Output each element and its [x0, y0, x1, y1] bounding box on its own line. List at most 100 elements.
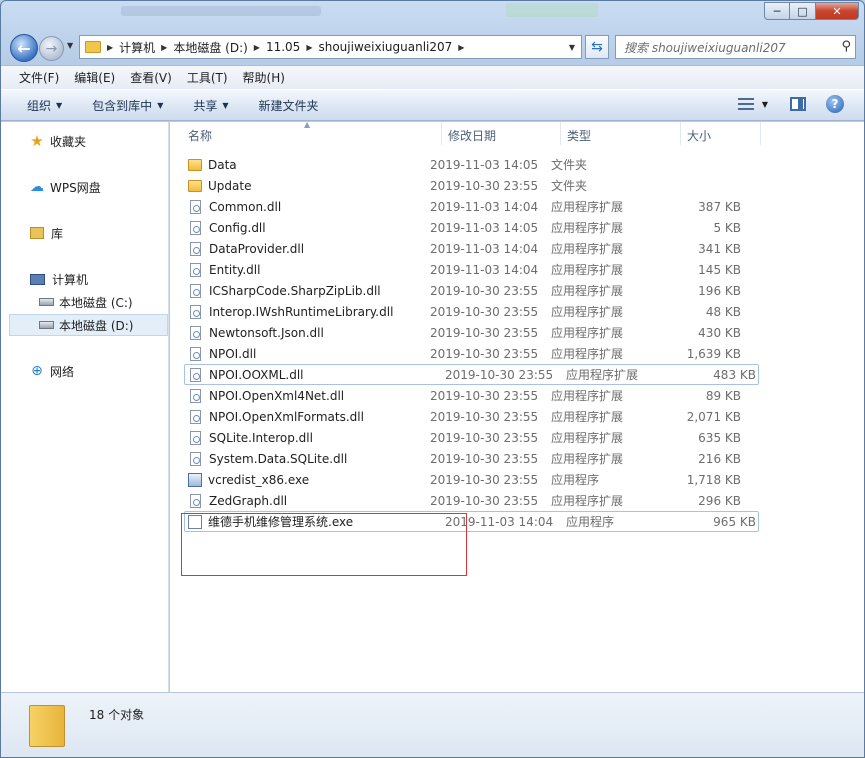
file-name-cell: vcredist_x86.exe [170, 472, 427, 487]
table-row[interactable]: System.Data.SQLite.dll 2019-10-30 23:55 应用… [170, 448, 864, 469]
column-header-name[interactable]: ▲ 名称 [170, 120, 442, 145]
file-type: 应用程序扩展 [551, 494, 624, 508]
table-row[interactable]: NPOI.OpenXmlFormats.dll 2019-10-30 23:55 应… [170, 406, 864, 427]
view-options-icon[interactable] [737, 98, 754, 110]
table-row[interactable]: Common.dll 2019-11-03 14:04 应用程序扩展 387 KB [170, 196, 864, 217]
file-type: 文件夹 [551, 179, 588, 193]
file-name-cell: Entity.dll [170, 262, 427, 277]
column-headers: ▲ 名称 修改日期 类型 大小 [170, 120, 864, 146]
recent-pages-dropdown-icon[interactable]: ▼ [67, 41, 73, 50]
column-label: 类型 [567, 129, 592, 143]
table-row[interactable]: 维德手机维修管理系统.exe 2019-11-03 14:04 应用程序 965 KB [184, 511, 759, 532]
column-header-size[interactable]: 大小 [681, 122, 761, 145]
table-row[interactable]: Data 2019-11-03 14:05 文件夹 [170, 154, 864, 175]
file-type: 应用程序扩展 [566, 368, 639, 382]
preview-pane-icon[interactable] [790, 97, 806, 111]
table-row[interactable]: Update 2019-10-30 23:55 文件夹 [170, 175, 864, 196]
address-history-dropdown-icon[interactable]: ▼ [563, 36, 581, 58]
file-name-cell: 维德手机维修管理系统.exe [185, 513, 442, 530]
forward-button[interactable]: → [39, 36, 64, 61]
nav-network[interactable]: ⊕ 网络 [1, 360, 167, 382]
file-modified: 2019-11-03 14:04 [445, 514, 554, 529]
view-dropdown-icon[interactable]: ▼ [762, 100, 768, 109]
chevron-right-icon[interactable]: ▶ [306, 43, 312, 52]
folder-icon [29, 705, 65, 747]
menu-help[interactable]: 帮助(H) [243, 69, 285, 86]
back-button[interactable]: ← [10, 34, 38, 62]
breadcrumb-current-folder[interactable]: ▶ shoujiweixiuguanli207 ▶ [306, 40, 470, 54]
item-count: 18 个对象 [89, 708, 145, 722]
organize-button[interactable]: 组织 ▼ [27, 97, 62, 114]
search-input[interactable]: 搜索 shoujiweixiuguanli207 ⚲ [615, 35, 856, 59]
maximize-button[interactable]: □ [790, 2, 816, 20]
share-button[interactable]: 共享 ▼ [193, 97, 228, 114]
menu-view[interactable]: 查看(V) [130, 69, 172, 86]
help-icon[interactable]: ? [826, 95, 844, 113]
dll-icon [190, 262, 201, 277]
column-header-type[interactable]: 类型 [561, 122, 681, 145]
minimize-button[interactable]: ─ [764, 2, 790, 20]
status-bar: 18 个对象 [1, 692, 864, 757]
chevron-right-icon[interactable]: ▶ [254, 43, 260, 52]
title-bar[interactable]: ─ □ ✕ [1, 1, 864, 29]
dll-icon [190, 367, 201, 382]
table-row[interactable]: Entity.dll 2019-11-03 14:04 应用程序扩展 145 KB [170, 259, 864, 280]
file-name: Data [208, 157, 237, 172]
chevron-down-icon: ▼ [222, 100, 229, 110]
file-modified: 2019-10-30 23:55 [430, 325, 539, 340]
table-row[interactable]: DataProvider.dll 2019-11-03 14:04 应用程序扩展 34… [170, 238, 864, 259]
table-row[interactable]: NPOI.OOXML.dll 2019-10-30 23:55 应用程序扩展 483 … [184, 364, 759, 385]
breadcrumb-1105[interactable]: ▶ 11.05 [254, 40, 301, 54]
breadcrumb-label: shoujiweixiuguanli207 [318, 40, 453, 54]
table-row[interactable]: SQLite.Interop.dll 2019-10-30 23:55 应用程序扩展… [170, 427, 864, 448]
table-row[interactable]: ZedGraph.dll 2019-10-30 23:55 应用程序扩展 296 KB [170, 490, 864, 511]
computer-icon [30, 273, 45, 285]
refresh-button[interactable]: ⇆ [585, 35, 609, 59]
table-row[interactable]: Newtonsoft.Json.dll 2019-10-30 23:55 应用程序扩… [170, 322, 864, 343]
file-type: 应用程序扩展 [551, 200, 624, 214]
nav-drive-d[interactable]: 本地磁盘 (D:) [9, 314, 168, 336]
search-placeholder: 搜索 shoujiweixiuguanli207 [624, 40, 786, 55]
nav-drive-c[interactable]: 本地磁盘 (C:) [1, 291, 167, 313]
nav-favorites[interactable]: ★ 收藏夹 [1, 130, 167, 152]
network-icon: ⊕ [31, 363, 43, 379]
table-row[interactable]: NPOI.dll 2019-10-30 23:55 应用程序扩展 1,639 KB [170, 343, 864, 364]
file-type: 应用程序扩展 [551, 326, 624, 340]
table-row[interactable]: vcredist_x86.exe 2019-10-30 23:55 应用程序 1,71… [170, 469, 864, 490]
file-name-cell: Update [170, 179, 427, 193]
table-row[interactable]: NPOI.OpenXml4Net.dll 2019-10-30 23:55 应用程序… [170, 385, 864, 406]
file-name: NPOI.dll [209, 346, 257, 361]
table-row[interactable]: Interop.IWshRuntimeLibrary.dll 2019-10-30… [170, 301, 864, 322]
star-icon: ★ [30, 132, 44, 150]
table-row[interactable]: Config.dll 2019-11-03 14:05 应用程序扩展 5 KB [170, 217, 864, 238]
close-button[interactable]: ✕ [816, 2, 859, 20]
file-name-cell: SQLite.Interop.dll [170, 430, 427, 445]
search-icon[interactable]: ⚲ [841, 39, 851, 54]
new-folder-button[interactable]: 新建文件夹 [259, 97, 319, 114]
nav-wps-drive[interactable]: ☁ WPS网盘 [1, 176, 167, 198]
breadcrumb-computer[interactable]: ▶ 计算机 [107, 39, 155, 56]
column-label: 修改日期 [448, 129, 497, 143]
menu-file[interactable]: 文件(F) [19, 69, 59, 86]
breadcrumb-drive-d[interactable]: ▶ 本地磁盘 (D:) [161, 39, 248, 56]
nav-label: 本地磁盘 (D:) [59, 318, 134, 333]
column-header-modified[interactable]: 修改日期 [442, 122, 561, 145]
table-row[interactable]: ICSharpCode.SharpZipLib.dll 2019-10-30 23… [170, 280, 864, 301]
dll-icon [190, 409, 201, 424]
menu-bar: 文件(F) 编辑(E) 查看(V) 工具(T) 帮助(H) [1, 65, 864, 89]
chevron-right-icon[interactable]: ▶ [458, 43, 464, 52]
menu-edit[interactable]: 编辑(E) [74, 69, 115, 86]
address-bar[interactable]: ▶ 计算机 ▶ 本地磁盘 (D:) ▶ 11.05 ▶ shoujiweixiu… [79, 35, 582, 59]
include-in-library-button[interactable]: 包含到库中 ▼ [92, 97, 163, 114]
file-modified: 2019-10-30 23:55 [430, 493, 539, 508]
menu-tools[interactable]: 工具(T) [187, 69, 228, 86]
explorer-window: ─ □ ✕ ← → ▼ ▶ 计算机 ▶ 本地磁盘 (D:) ▶ 11.05 ▶ [0, 0, 865, 758]
dll-icon [190, 304, 201, 319]
nav-library[interactable]: 库 [1, 222, 167, 244]
chevron-right-icon[interactable]: ▶ [107, 43, 113, 52]
file-name-cell: Config.dll [170, 220, 427, 235]
chevron-right-icon[interactable]: ▶ [161, 43, 167, 52]
nav-computer[interactable]: 计算机 [1, 268, 167, 290]
file-modified: 2019-11-03 14:05 [430, 220, 539, 235]
nav-label: WPS网盘 [50, 180, 101, 195]
